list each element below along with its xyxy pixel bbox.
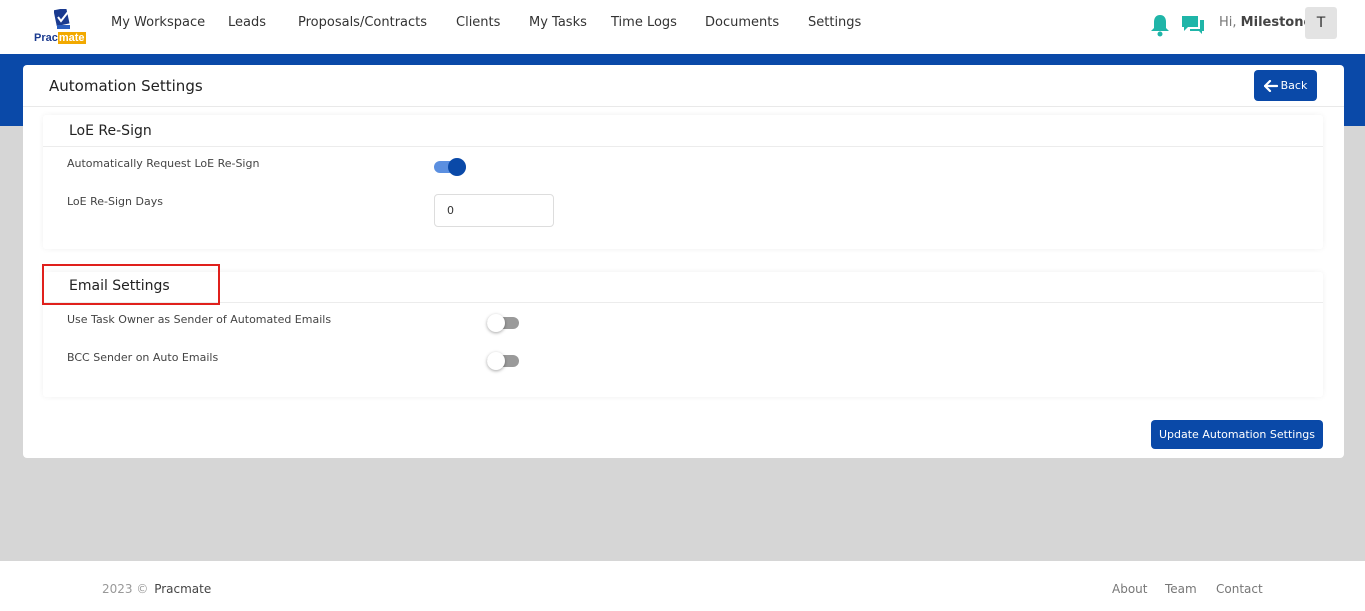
footer-link-team[interactable]: Team [1165,582,1197,596]
resign-days-label: LoE Re-Sign Days [67,195,163,208]
auto-request-label: Automatically Request LoE Re-Sign [67,157,260,170]
chat-icon[interactable] [1180,14,1206,36]
bell-icon[interactable] [1150,13,1170,37]
section-divider [43,302,1323,303]
loe-section-title: LoE Re-Sign [69,123,152,139]
logo-icon [54,9,70,29]
footer-link-contact[interactable]: Contact [1216,582,1263,596]
toggle-knob [487,314,505,332]
page-title: Automation Settings [49,77,203,95]
auto-request-toggle[interactable] [434,157,466,177]
nav-settings[interactable]: Settings [808,15,861,30]
automation-settings-card: Automation Settings Back LoE Re-Sign Aut… [23,65,1344,458]
footer-link-about[interactable]: About [1112,582,1147,596]
section-divider [43,146,1323,147]
nav-time-logs[interactable]: Time Logs [611,15,677,30]
user-avatar[interactable]: T [1305,7,1337,39]
task-owner-sender-label: Use Task Owner as Sender of Automated Em… [67,313,332,326]
nav-documents[interactable]: Documents [705,15,779,30]
arrow-left-icon [1263,79,1278,92]
user-greeting: Hi, Milestone [1219,15,1313,30]
nav-my-tasks[interactable]: My Tasks [529,15,587,30]
toggle-knob [448,158,466,176]
update-automation-settings-button[interactable]: Update Automation Settings [1151,420,1323,449]
nav-proposals-contracts[interactable]: Proposals/Contracts [298,15,427,30]
logo-wordmark: Pracmate [34,32,86,44]
nav-leads[interactable]: Leads [228,15,266,30]
nav-clients[interactable]: Clients [456,15,500,30]
email-settings-section: Email Settings Use Task Owner as Sender … [43,272,1323,397]
loe-resign-section: LoE Re-Sign Automatically Request LoE Re… [43,115,1323,249]
footer-brand: Pracmate [154,582,212,596]
user-name: Milestone [1240,15,1313,30]
top-navbar: Pracmate My Workspace Leads Proposals/Co… [0,0,1365,54]
copyright: 2023 © Pracmate [102,582,212,596]
back-label: Back [1280,79,1308,92]
bcc-sender-toggle[interactable] [487,351,519,371]
card-divider [23,106,1344,107]
bcc-sender-label: BCC Sender on Auto Emails [67,351,219,364]
footer: 2023 © Pracmate About Team Contact [0,561,1365,611]
nav-my-workspace[interactable]: My Workspace [111,15,205,30]
toggle-knob [487,352,505,370]
back-button[interactable]: Back [1254,70,1317,101]
pracmate-logo[interactable]: Pracmate [34,7,90,47]
email-settings-highlight [42,264,220,305]
resign-days-input[interactable] [434,194,554,227]
task-owner-sender-toggle[interactable] [487,313,519,333]
